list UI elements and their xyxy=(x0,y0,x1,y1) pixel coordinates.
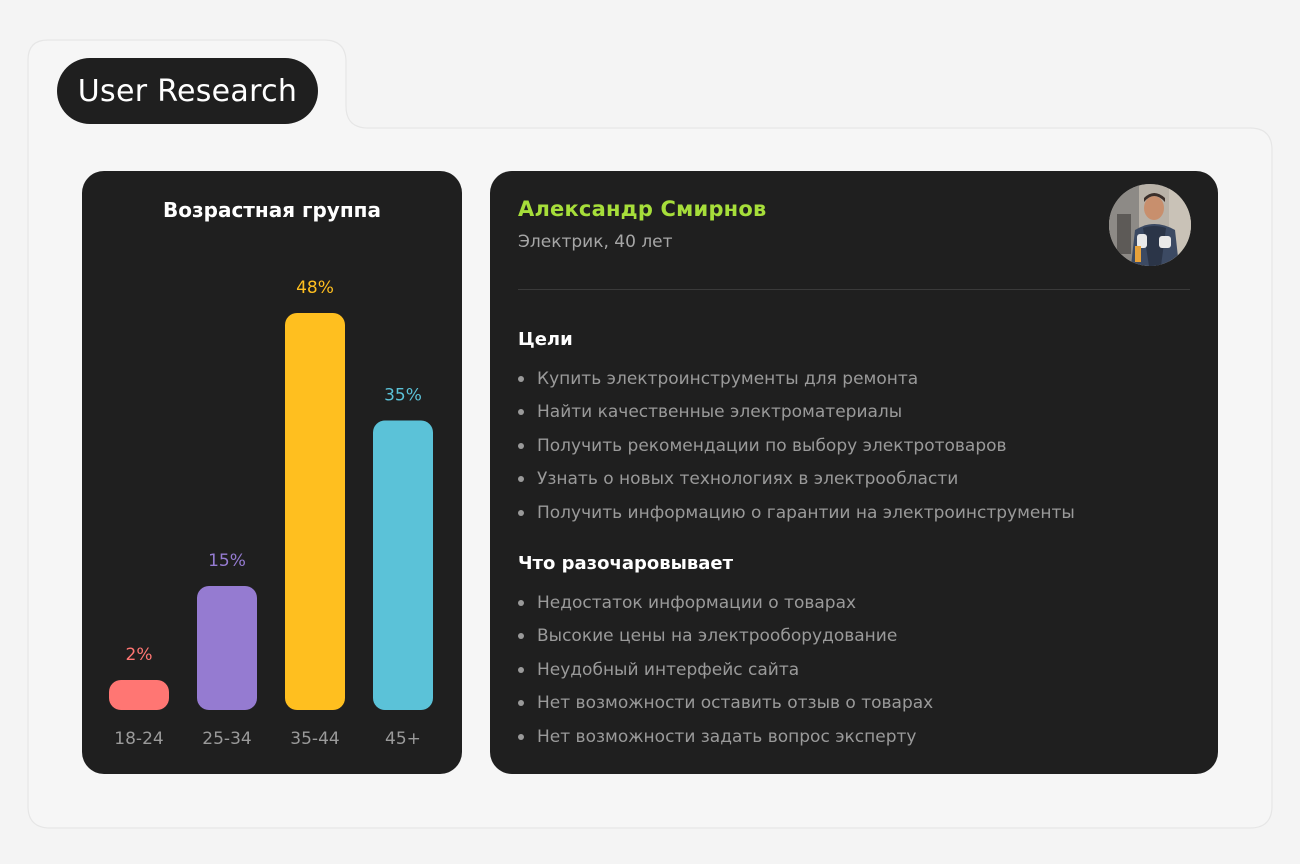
bullet-icon xyxy=(518,476,524,483)
bar-35-44 xyxy=(285,313,345,710)
goals-title: Цели xyxy=(518,329,573,350)
value-label-45+: 35% xyxy=(384,386,422,406)
bullet-icon xyxy=(518,375,524,382)
goal-text: Узнать о новых технологиях в электрообла… xyxy=(537,469,959,490)
list-item: Нет возможности задать вопрос эксперту xyxy=(518,720,933,754)
goal-text: Получить информацию о гарантии на электр… xyxy=(537,502,1075,523)
bullet-icon xyxy=(518,442,524,449)
list-item: Получить рекомендации по выбору электрот… xyxy=(518,429,1075,463)
age-group-bar-chart: 2% 18-24 15% 25-34 48% 35-44 35% 45+ xyxy=(109,278,433,749)
goal-text: Получить рекомендации по выбору электрот… xyxy=(537,435,1007,456)
divider xyxy=(518,289,1190,290)
list-item: Найти качественные электроматериалы xyxy=(518,396,1075,430)
frustration-text: Недостаток информации о товарах xyxy=(537,592,857,613)
frustrations-list: Недостаток информации о товарах Высокие … xyxy=(518,586,933,754)
bullet-icon xyxy=(518,666,524,673)
bullet-icon xyxy=(518,733,524,740)
frustration-text: Неудобный интерфейс сайта xyxy=(537,659,800,680)
value-label-25-34: 15% xyxy=(208,551,246,571)
list-item: Купить электроинструменты для ремонта xyxy=(518,362,1075,396)
value-label-18-24: 2% xyxy=(126,645,153,665)
category-label-25-34: 25-34 xyxy=(202,729,251,749)
category-label-18-24: 18-24 xyxy=(114,729,163,749)
bullet-icon xyxy=(518,700,524,707)
goal-text: Найти качественные электроматериалы xyxy=(537,402,903,423)
person-photo-icon xyxy=(1109,184,1191,266)
frustration-text: Нет возможности задать вопрос эксперту xyxy=(537,726,917,747)
bullet-icon xyxy=(518,409,524,416)
category-label-35-44: 35-44 xyxy=(290,729,339,749)
bar-18-24 xyxy=(109,680,169,710)
bullet-icon xyxy=(518,599,524,606)
persona-card: Александр Смирнов Электрик, 40 лет Цели … xyxy=(490,171,1218,774)
bar-25-34 xyxy=(197,585,257,710)
persona-role: Электрик, 40 лет xyxy=(518,232,673,252)
goal-text: Купить электроинструменты для ремонта xyxy=(537,368,919,389)
bullet-icon xyxy=(518,509,524,516)
list-item: Неудобный интерфейс сайта xyxy=(518,653,933,687)
list-item: Нет возможности оставить отзыв о товарах xyxy=(518,687,933,721)
bullet-icon xyxy=(518,633,524,640)
goals-list: Купить электроинструменты для ремонта На… xyxy=(518,362,1075,530)
frustration-text: Высокие цены на электрооборудование xyxy=(537,626,898,647)
badge-label: User Research xyxy=(77,73,298,109)
avatar xyxy=(1109,184,1191,266)
list-item: Узнать о новых технологиях в электрообла… xyxy=(518,463,1075,497)
user-research-badge: User Research xyxy=(57,58,318,124)
age-group-chart-card: Возрастная группа 2% 18-24 15% 25-34 48% 35-4… xyxy=(82,171,462,774)
list-item: Получить информацию о гарантии на электр… xyxy=(518,496,1075,530)
list-item: Недостаток информации о товарах xyxy=(518,586,933,620)
category-label-45+: 45+ xyxy=(385,729,421,749)
frustration-text: Нет возможности оставить отзыв о товарах xyxy=(537,693,934,714)
value-label-35-44: 48% xyxy=(296,278,334,298)
frustrations-title: Что разочаровывает xyxy=(518,553,734,574)
list-item: Высокие цены на электрооборудование xyxy=(518,620,933,654)
persona-name: Александр Смирнов xyxy=(518,197,767,221)
bar-45+ xyxy=(373,420,433,710)
